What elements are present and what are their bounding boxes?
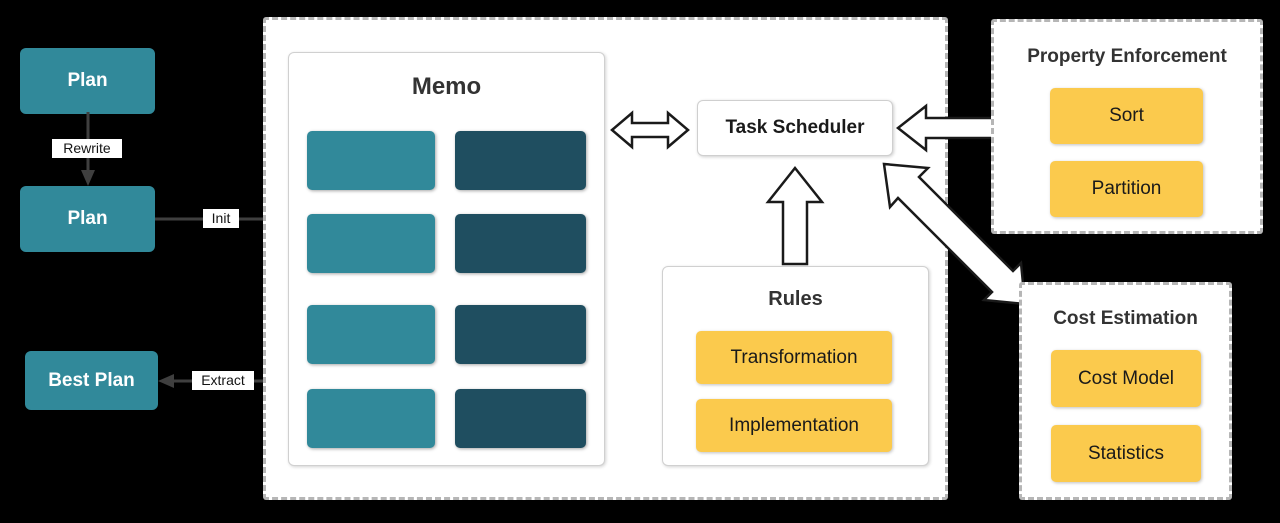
plan-box-top[interactable]: Plan bbox=[20, 48, 155, 114]
best-plan-label: Best Plan bbox=[48, 369, 135, 391]
memo-cell[interactable] bbox=[455, 214, 586, 273]
memo-cell[interactable] bbox=[307, 305, 435, 364]
property-item-partition-label: Partition bbox=[1091, 178, 1162, 199]
memo-cell[interactable] bbox=[455, 305, 586, 364]
memo-scheduler-bidirectional-arrow bbox=[610, 110, 690, 150]
property-item-sort[interactable]: Sort bbox=[1050, 88, 1203, 144]
plan-box-bottom[interactable]: Plan bbox=[20, 186, 155, 252]
property-item-sort-label: Sort bbox=[1109, 105, 1144, 126]
memo-cell[interactable] bbox=[307, 131, 435, 190]
edge-rewrite-label: Rewrite bbox=[52, 139, 122, 158]
rules-item-transformation[interactable]: Transformation bbox=[696, 331, 892, 384]
rules-item-transformation-label: Transformation bbox=[730, 346, 858, 368]
memo-cell[interactable] bbox=[455, 389, 586, 448]
edge-extract-label: Extract bbox=[192, 371, 254, 390]
rules-scheduler-up-arrow bbox=[765, 165, 825, 266]
memo-cell[interactable] bbox=[307, 214, 435, 273]
property-enforcement-title: Property Enforcement bbox=[1027, 46, 1227, 67]
cost-estimation-title: Cost Estimation bbox=[1053, 308, 1198, 329]
memo-title: Memo bbox=[411, 73, 482, 100]
cost-item-statistics-label: Statistics bbox=[1087, 442, 1165, 464]
rules-item-implementation[interactable]: Implementation bbox=[696, 399, 892, 452]
memo-cell[interactable] bbox=[455, 131, 586, 190]
memo-cell[interactable] bbox=[307, 389, 435, 448]
diagram-canvas: Plan Rewrite Plan Init Best Plan Extract… bbox=[0, 0, 1280, 523]
property-scheduler-left-arrow bbox=[895, 103, 1000, 153]
plan-box-bottom-label: Plan bbox=[67, 208, 108, 229]
cost-item-statistics[interactable]: Statistics bbox=[1051, 425, 1201, 482]
rules-item-implementation-label: Implementation bbox=[729, 414, 859, 436]
property-item-partition[interactable]: Partition bbox=[1050, 161, 1203, 217]
plan-box-top-label: Plan bbox=[67, 70, 108, 91]
task-scheduler-box[interactable]: Task Scheduler bbox=[697, 100, 893, 156]
task-scheduler-label: Task Scheduler bbox=[725, 117, 865, 138]
edge-init-label: Init bbox=[203, 209, 239, 228]
cost-item-cost-model-label: Cost Model bbox=[1077, 367, 1175, 389]
cost-item-cost-model[interactable]: Cost Model bbox=[1051, 350, 1201, 407]
best-plan-box[interactable]: Best Plan bbox=[25, 351, 158, 410]
